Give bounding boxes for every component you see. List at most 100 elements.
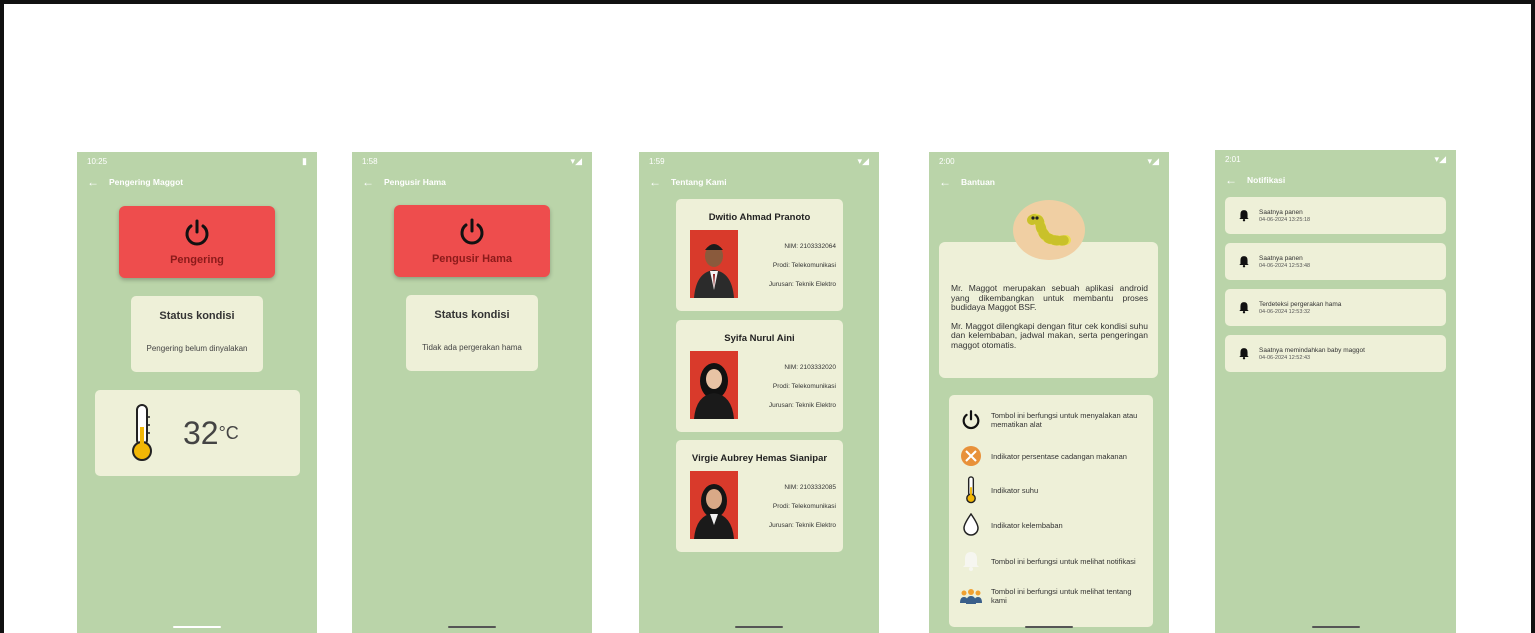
temperature-value: 32 bbox=[183, 414, 219, 451]
status-time: 2:01 bbox=[1225, 154, 1241, 164]
member-photo bbox=[690, 230, 738, 298]
member-nim: NIM: 2103332085 bbox=[784, 484, 836, 491]
about-paragraph: Mr. Maggot dilengkapi dengan fitur cek k… bbox=[951, 320, 1148, 350]
member-card: Syifa Nurul Aini NIM: 2103332020 Prodi: … bbox=[676, 320, 843, 432]
home-indicator[interactable] bbox=[448, 626, 496, 628]
power-label: Pengusir Hama bbox=[431, 253, 513, 265]
status-text: Pengering belum dinyalakan bbox=[146, 344, 248, 353]
member-prodi: Prodi: Telekomunikasi bbox=[772, 503, 836, 510]
temperature-unit: °C bbox=[218, 422, 239, 443]
status-time: 2:00 bbox=[939, 156, 955, 166]
status-bar: 1:58 ▾◢ bbox=[352, 152, 592, 170]
status-title: Status kondisi bbox=[434, 309, 510, 321]
notification-time: 04-06-2024 12:53:32 bbox=[1259, 308, 1311, 315]
thermometer-icon bbox=[132, 404, 152, 461]
signal-icon: ▾◢ bbox=[857, 155, 869, 166]
legend-text: Tombol ini berfungsi untuk melihat tenta… bbox=[991, 587, 1132, 605]
page-title: Pengusir Hama bbox=[384, 177, 446, 187]
bell-icon bbox=[959, 548, 983, 574]
app-bar: ← Notifikasi bbox=[1215, 168, 1456, 192]
app-bar: ← Pengusir Hama bbox=[352, 170, 592, 194]
legend-row-humidity: Indikator kelembaban bbox=[959, 512, 1149, 538]
member-prodi: Prodi: Telekomunikasi bbox=[772, 262, 836, 269]
notification-title: Saatnya panen bbox=[1259, 208, 1303, 216]
member-nim: NIM: 2103332064 bbox=[784, 243, 836, 250]
member-nim: NIM: 2103332020 bbox=[784, 364, 836, 371]
member-info: NIM: 2103332085 Prodi: Telekomunikasi Ju… bbox=[748, 478, 836, 535]
home-indicator[interactable] bbox=[735, 626, 783, 628]
member-photo bbox=[690, 471, 738, 539]
about-card: Mr. Maggot merupakan sebuah aplikasi and… bbox=[939, 242, 1158, 378]
signal-icon: ▾◢ bbox=[1434, 153, 1446, 164]
power-icon bbox=[959, 407, 983, 433]
droplet-icon bbox=[959, 512, 983, 538]
signal-icon: ▾◢ bbox=[570, 155, 582, 166]
page-title: Notifikasi bbox=[1247, 175, 1286, 185]
back-arrow-icon[interactable]: ← bbox=[87, 175, 99, 189]
status-card: Status kondisi Tidak ada pergerakan hama bbox=[406, 295, 538, 371]
status-text: Tidak ada pergerakan hama bbox=[422, 343, 522, 352]
member-name: Virgie Aubrey Hemas Sianipar bbox=[691, 453, 828, 464]
status-bar: 1:59 ▾◢ bbox=[639, 152, 879, 170]
screen-pengering: 10:25 ▮ ← Pengering Maggot Pengering Sta… bbox=[77, 152, 317, 633]
screen-bantuan: 2:00 ▾◢ ← Bantuan Mr. Maggot merupakan s… bbox=[929, 152, 1169, 633]
maggot-mascot-icon bbox=[1013, 200, 1085, 260]
app-bar: ← Tentang Kami bbox=[639, 170, 879, 194]
bell-icon bbox=[1237, 209, 1251, 223]
status-title: Status kondisi bbox=[159, 310, 235, 322]
temperature-card: 32 °C bbox=[95, 390, 300, 476]
legend-text: Tombol ini berfungsi untuk menyalakan at… bbox=[991, 411, 1138, 429]
legend-card: Tombol ini berfungsi untuk menyalakan at… bbox=[949, 395, 1153, 627]
home-indicator[interactable] bbox=[173, 626, 221, 628]
back-arrow-icon[interactable]: ← bbox=[362, 175, 374, 189]
notification-item[interactable]: Saatnya memindahkan baby maggot 04-06-20… bbox=[1225, 335, 1446, 372]
status-bar: 2:00 ▾◢ bbox=[929, 152, 1169, 170]
status-time: 1:59 bbox=[649, 156, 665, 166]
legend-row-notification: Tombol ini berfungsi untuk melihat notif… bbox=[959, 548, 1149, 574]
signal-icon: ▾◢ bbox=[1147, 155, 1159, 166]
app-bar: ← Bantuan bbox=[929, 170, 1169, 194]
status-bar: 10:25 ▮ bbox=[77, 152, 317, 170]
power-icon bbox=[185, 219, 209, 246]
notification-item[interactable]: Saatnya panen 04-06-2024 13:25:18 bbox=[1225, 197, 1446, 234]
member-name: Syifa Nurul Aini bbox=[724, 333, 795, 344]
back-arrow-icon[interactable]: ← bbox=[939, 175, 951, 189]
team-icon bbox=[959, 583, 983, 609]
power-button[interactable]: Pengusir Hama bbox=[394, 205, 550, 277]
power-icon bbox=[460, 218, 484, 245]
member-jurusan: Jurusan: Teknik Elektro bbox=[768, 281, 836, 288]
back-arrow-icon[interactable]: ← bbox=[1225, 173, 1237, 187]
bell-icon bbox=[1237, 301, 1251, 315]
status-bar: 2:01 ▾◢ bbox=[1215, 150, 1456, 168]
legend-text: Tombol ini berfungsi untuk melihat notif… bbox=[991, 556, 1136, 566]
member-name: Dwitio Ahmad Pranoto bbox=[708, 212, 811, 223]
status-time: 1:58 bbox=[362, 156, 378, 166]
notification-item[interactable]: Saatnya panen 04-06-2024 12:53:48 bbox=[1225, 243, 1446, 280]
home-indicator[interactable] bbox=[1311, 626, 1360, 628]
legend-text: Indikator kelembaban bbox=[991, 520, 1063, 530]
power-label: Pengering bbox=[170, 254, 224, 266]
notification-item[interactable]: Terdeteksi pergerakan hama 04-06-2024 12… bbox=[1225, 289, 1446, 326]
legend-row-thermometer: Indikator suhu bbox=[959, 476, 1149, 504]
notification-title: Saatnya memindahkan baby maggot bbox=[1259, 346, 1365, 354]
back-arrow-icon[interactable]: ← bbox=[649, 175, 661, 189]
bell-icon bbox=[1237, 255, 1251, 269]
status-card: Status kondisi Pengering belum dinyalaka… bbox=[131, 296, 263, 372]
status-time: 10:25 bbox=[87, 156, 108, 166]
notification-time: 04-06-2024 12:53:48 bbox=[1259, 262, 1311, 269]
app-bar: ← Pengering Maggot bbox=[77, 170, 317, 194]
page-title: Pengering Maggot bbox=[109, 177, 184, 187]
notification-time: 04-06-2024 13:25:18 bbox=[1259, 216, 1311, 223]
page-title: Bantuan bbox=[961, 177, 995, 187]
member-info: NIM: 2103332020 Prodi: Telekomunikasi Ju… bbox=[748, 358, 836, 415]
notification-time: 04-06-2024 12:52:43 bbox=[1259, 354, 1311, 361]
legend-row-food: Indikator persentase cadangan makanan bbox=[959, 443, 1149, 469]
notification-title: Saatnya panen bbox=[1259, 254, 1303, 262]
member-prodi: Prodi: Telekomunikasi bbox=[772, 383, 836, 390]
power-button[interactable]: Pengering bbox=[119, 206, 275, 278]
home-indicator[interactable] bbox=[1025, 626, 1073, 628]
screen-pengusir-hama: 1:58 ▾◢ ← Pengusir Hama Pengusir Hama St… bbox=[352, 152, 592, 633]
notification-title: Terdeteksi pergerakan hama bbox=[1259, 300, 1342, 308]
legend-row-power: Tombol ini berfungsi untuk menyalakan at… bbox=[959, 407, 1149, 433]
legend-text: Indikator persentase cadangan makanan bbox=[991, 451, 1127, 461]
